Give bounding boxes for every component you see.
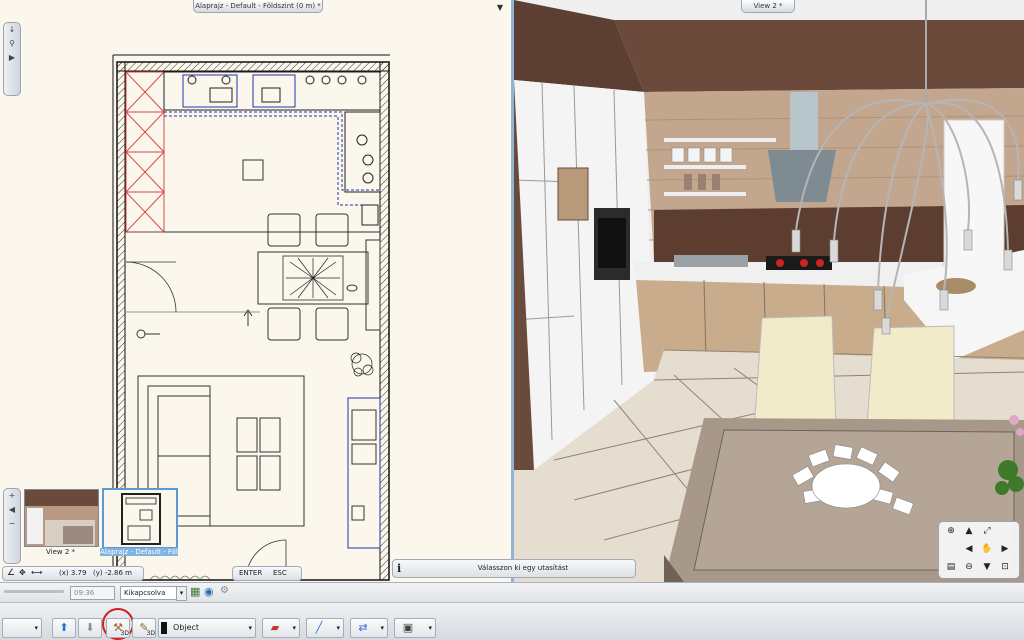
chevron-down-icon: ▾ bbox=[292, 624, 296, 632]
color-swatch bbox=[161, 622, 167, 634]
line-tool-button[interactable]: ╱ ▾ bbox=[306, 618, 344, 638]
expand-icon[interactable]: ⤢ bbox=[979, 523, 995, 539]
view3d-navigation[interactable]: ⊕ ▲ ⤢ ◀ ✋ ▶ ▤ ⊖ ▼ ⊡ bbox=[938, 521, 1020, 579]
chevron-down-icon: ▾ bbox=[248, 624, 252, 632]
chevron-left-icon[interactable]: ◀ bbox=[4, 503, 20, 517]
frame-tool-button[interactable]: ▣ ▾ bbox=[394, 618, 436, 638]
arrow-right-icon[interactable]: ▶ bbox=[997, 541, 1013, 557]
thumbnail-view2[interactable] bbox=[24, 489, 99, 547]
arrow-down-icon: ⬇ bbox=[85, 621, 95, 634]
arrow-down-icon[interactable]: ▼ bbox=[979, 559, 995, 575]
enter-esc-box: ENTER ESC bbox=[232, 566, 302, 581]
esc-button[interactable]: ESC bbox=[273, 567, 287, 579]
settings-icon[interactable]: ⚙ bbox=[220, 585, 229, 596]
command-prompt-bar: i Válasszon ki egy utasítást bbox=[392, 559, 636, 578]
view3d-viewport[interactable]: ⊕ ▲ ⤢ ◀ ✋ ▶ ▤ ⊖ ▼ ⊡ bbox=[514, 0, 1024, 582]
time-field: 09:36 bbox=[70, 586, 115, 600]
zoom-in-icon[interactable]: ⊕ bbox=[943, 523, 959, 539]
chevron-down-icon: ▾ bbox=[380, 624, 384, 632]
zoom-out-icon[interactable]: ⊖ bbox=[961, 559, 977, 575]
coordinate-readout: ∠ ✥ ⟷ (x) 3.79 (y) -2.86 m bbox=[2, 566, 144, 581]
arrow-up-icon[interactable]: ▲ bbox=[961, 523, 977, 539]
view3d-render bbox=[514, 0, 1024, 582]
thumbnail-view2-label: View 2 * bbox=[45, 548, 75, 556]
arrow-left-icon[interactable]: ◀ bbox=[961, 541, 977, 557]
enter-button[interactable]: ENTER bbox=[239, 567, 262, 579]
object-select[interactable]: Object ▾ bbox=[158, 618, 256, 638]
pick-3d-button[interactable]: ✎ 3D bbox=[132, 618, 156, 638]
view3d-window-title[interactable]: View 2 * bbox=[741, 0, 795, 13]
book-icon: ▰ bbox=[270, 621, 280, 634]
arrows-icon: ⇄ bbox=[358, 621, 368, 634]
chevron-down-icon: ▾ bbox=[428, 624, 432, 632]
angle-icon: ∠ bbox=[7, 568, 16, 578]
transform-tool-button[interactable]: ⇄ ▾ bbox=[350, 618, 388, 638]
view-nav-toolbar[interactable]: ↓ ⚲ ▶ bbox=[3, 22, 21, 96]
main-toolbar: ▾ ⬆ ⬇ ⚒ 3D ✎ 3D Object ▾ ▰ ▾ ╱ ▾ ⇄ ▾ ▣ ▾ bbox=[0, 602, 1024, 640]
badge-3d-2: 3D bbox=[146, 630, 155, 637]
coord-y: (y) -2.86 m bbox=[93, 569, 132, 577]
line-icon: ╱ bbox=[315, 621, 323, 634]
build-3d-button[interactable]: ⚒ 3D bbox=[106, 618, 130, 638]
frame-icon: ▣ bbox=[402, 621, 414, 634]
thumbnail-view2-image bbox=[25, 490, 98, 546]
chevron-down-icon: ▾ bbox=[34, 624, 38, 632]
arrow-down-icon[interactable]: ↓ bbox=[4, 23, 20, 37]
status-toolbar: 09:36 Kikapcsolva ▾ ▦ ◉ ⚙ bbox=[0, 582, 1024, 603]
material-button[interactable]: ▰ ▾ bbox=[262, 618, 300, 638]
pan-hand-icon[interactable]: ✋ bbox=[979, 541, 995, 557]
plan-window-title[interactable]: Alaprajz - Default - Földszint (0 m) * bbox=[193, 0, 323, 13]
thumbnail-plan[interactable] bbox=[102, 488, 178, 549]
chevron-down-icon: ▾ bbox=[336, 624, 340, 632]
object-select-value: Object bbox=[173, 623, 200, 632]
floor-plan-viewport[interactable]: ↓ ⚲ ▶ + ◀ − View 2 * Alaprajz - Default … bbox=[0, 0, 514, 582]
thumbnail-plan-label: Alaprajz - Default - Föl bbox=[100, 548, 178, 556]
dimension-icon: ⟷ bbox=[31, 568, 43, 577]
level-up-button[interactable]: ⬆ bbox=[52, 618, 76, 638]
globe-icon[interactable]: ◉ bbox=[204, 585, 214, 598]
thumbnail-plan-image bbox=[104, 490, 176, 547]
dropdown-left[interactable]: ▾ bbox=[2, 618, 42, 638]
badge-3d: 3D bbox=[120, 630, 129, 637]
info-icon: i bbox=[397, 562, 402, 575]
layers-icon[interactable]: ▤ bbox=[943, 559, 959, 575]
cross-arrows-icon: ✥ bbox=[19, 568, 26, 577]
coord-x: (x) 3.79 bbox=[59, 569, 87, 577]
command-prompt-text: Válasszon ki egy utasítást bbox=[477, 564, 569, 572]
fit-view-icon[interactable]: ⊡ bbox=[997, 559, 1013, 575]
play-icon[interactable]: ▶ bbox=[4, 51, 20, 65]
triangle-down-icon[interactable]: ▼ bbox=[494, 3, 506, 13]
magnifier-icon[interactable]: ⚲ bbox=[4, 37, 20, 51]
level-down-button[interactable]: ⬇ bbox=[78, 618, 102, 638]
chevron-down-icon[interactable]: ▾ bbox=[176, 586, 187, 601]
snap-select[interactable]: Kikapcsolva bbox=[120, 586, 177, 600]
plus-icon[interactable]: + bbox=[4, 489, 20, 503]
minus-icon[interactable]: − bbox=[4, 517, 20, 531]
thumbnail-nav-toolbar[interactable]: + ◀ − bbox=[3, 488, 21, 564]
arrow-up-icon: ⬆ bbox=[59, 621, 69, 634]
progress-slider[interactable] bbox=[4, 590, 64, 593]
grid-icon[interactable]: ▦ bbox=[190, 585, 200, 598]
